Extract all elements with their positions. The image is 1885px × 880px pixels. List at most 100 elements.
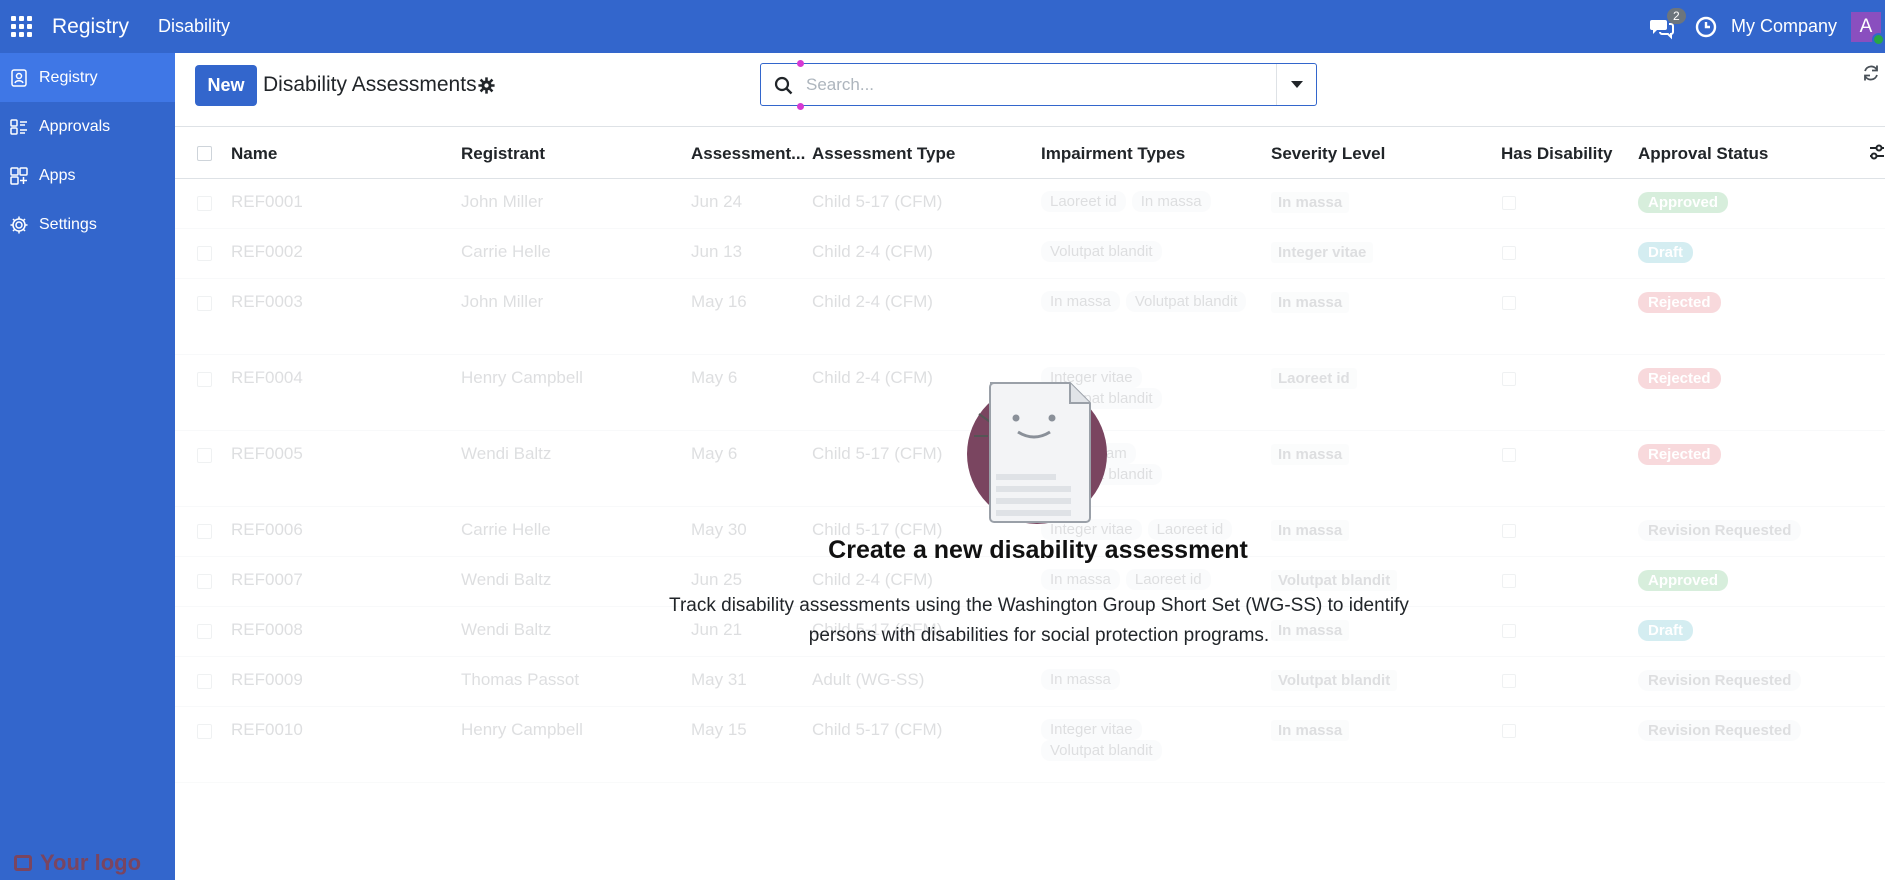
select-all-checkbox[interactable] xyxy=(197,146,212,161)
row-checkbox[interactable] xyxy=(197,448,212,463)
column-header-approval-status[interactable]: Approval Status xyxy=(1638,144,1768,164)
cell-impairment-types: In massa xyxy=(1041,669,1261,690)
refresh-icon[interactable] xyxy=(1861,63,1881,83)
cell-approval-status: Rejected xyxy=(1638,292,1721,313)
cell-approval-status: Approved xyxy=(1638,570,1729,591)
severity-badge: Volutpat blandit xyxy=(1271,670,1398,691)
row-checkbox[interactable] xyxy=(197,196,212,211)
list-header: Name Registrant Assessment... Assessment… xyxy=(175,127,1885,179)
cell-registrant: Carrie Helle xyxy=(461,242,551,261)
activity-clock-icon[interactable] xyxy=(1695,16,1717,38)
cell-type: Adult (WG-SS) xyxy=(812,670,925,689)
table-row[interactable]: REF0010 Henry Campbell May 15 Child 5-17 (C… xyxy=(175,707,1885,783)
status-badge: Approved xyxy=(1638,570,1729,591)
impairment-tag: In massa xyxy=(1131,191,1211,212)
logo-mark-icon xyxy=(14,855,32,871)
registry-icon xyxy=(11,68,27,87)
cell-approval-status: Draft xyxy=(1638,242,1694,263)
systray: 2 My Company A xyxy=(1649,0,1885,53)
sidebar-item-settings[interactable]: Settings xyxy=(0,200,175,249)
notification-badge: 2 xyxy=(1666,7,1686,24)
cell-severity: In massa xyxy=(1271,192,1350,213)
row-checkbox[interactable] xyxy=(197,372,212,387)
sidebar-item-apps[interactable]: Apps xyxy=(0,151,175,200)
search-icon xyxy=(774,76,793,95)
app-name[interactable]: Registry xyxy=(52,15,129,39)
has-disability-checkbox xyxy=(1502,448,1516,462)
status-badge: Rejected xyxy=(1638,444,1721,465)
sidebar-item-registry[interactable]: Registry xyxy=(0,53,175,102)
cell-type: Child 5-17 (CFM) xyxy=(812,444,943,463)
sidebar-item-label: Settings xyxy=(39,215,97,233)
search-input[interactable] xyxy=(806,71,1266,99)
cell-approval-status: Revision Requested xyxy=(1638,670,1802,691)
column-header-assessment-date[interactable]: Assessment... xyxy=(691,144,805,164)
user-avatar[interactable]: A xyxy=(1851,11,1885,46)
cell-severity: In massa xyxy=(1271,444,1350,465)
cell-registrant: Wendi Baltz xyxy=(461,620,552,639)
row-checkbox[interactable] xyxy=(197,624,212,639)
table-row[interactable]: REF0009 Thomas Passot May 31 Adult (WG-SS) I… xyxy=(175,657,1885,707)
column-header-registrant[interactable]: Registrant xyxy=(461,144,545,164)
cell-type: Child 2-4 (CFM) xyxy=(812,368,933,387)
status-badge: Draft xyxy=(1638,620,1694,641)
impairment-tag: In massa xyxy=(1041,669,1120,690)
has-disability-checkbox xyxy=(1502,624,1516,638)
has-disability-checkbox xyxy=(1502,674,1516,688)
cell-severity: In massa xyxy=(1271,720,1350,741)
approvals-icon xyxy=(10,118,27,135)
app-menu-icon[interactable] xyxy=(11,15,33,38)
column-header-impairment-types[interactable]: Impairment Types xyxy=(1041,144,1185,164)
search-options-toggle[interactable] xyxy=(1277,64,1317,105)
cell-name: REF0007 xyxy=(231,570,303,589)
new-button[interactable]: New xyxy=(195,65,257,106)
cell-name: REF0002 xyxy=(231,242,303,261)
control-panel: New Disability Assessments xyxy=(175,53,1885,127)
row-checkbox[interactable] xyxy=(197,674,212,689)
optional-columns-icon[interactable] xyxy=(1869,142,1885,162)
row-checkbox[interactable] xyxy=(197,724,212,739)
empty-state-description: Track disability assessments using the W… xyxy=(669,595,1409,646)
has-disability-checkbox xyxy=(1502,724,1516,738)
has-disability-checkbox xyxy=(1502,296,1516,310)
column-header-severity-level[interactable]: Severity Level xyxy=(1271,144,1385,164)
company-switcher[interactable]: My Company xyxy=(1731,16,1837,37)
status-badge: Rejected xyxy=(1638,292,1721,313)
severity-badge: In massa xyxy=(1271,444,1350,465)
sidebar: Registry Approvals Apps Settings Your lo… xyxy=(0,53,175,880)
messaging-icon[interactable]: 2 xyxy=(1649,7,1686,40)
row-checkbox[interactable] xyxy=(197,574,212,589)
table-row[interactable]: REF0002 Carrie Helle Jun 13 Child 2-4 (CFM)… xyxy=(175,229,1885,279)
cell-impairment-types: Laoreet id In massa xyxy=(1041,191,1261,212)
row-checkbox[interactable] xyxy=(197,296,212,311)
cell-name: REF0009 xyxy=(231,670,303,689)
impairment-tag: Volutpat blandit xyxy=(1041,241,1162,262)
column-header-name[interactable]: Name xyxy=(231,144,277,164)
status-badge: Rejected xyxy=(1638,368,1721,389)
impairment-tag: Laoreet id xyxy=(1125,569,1211,590)
menu-disability[interactable]: Disability xyxy=(158,16,230,37)
actions-gear-icon[interactable] xyxy=(478,77,495,94)
company-logo: Your logo xyxy=(14,850,141,876)
cell-impairment-types: In massa Laoreet id xyxy=(1041,569,1261,590)
cell-date: May 16 xyxy=(691,292,747,311)
cell-name: REF0003 xyxy=(231,292,303,311)
cell-type: Child 5-17 (CFM) xyxy=(812,720,943,739)
page-title: Disability Assessments xyxy=(263,73,477,96)
sidebar-item-label: Registry xyxy=(39,68,98,86)
column-header-has-disability[interactable]: Has Disability xyxy=(1501,144,1613,164)
empty-document-illustration xyxy=(967,382,1107,524)
impairment-tag: Volutpat blandit xyxy=(1041,740,1162,761)
sidebar-item-approvals[interactable]: Approvals xyxy=(0,102,175,151)
table-row[interactable]: REF0001 John Miller Jun 24 Child 5-17 (CFM)… xyxy=(175,179,1885,229)
cell-name: REF0010 xyxy=(231,720,303,739)
cell-severity: Laoreet id xyxy=(1271,368,1357,389)
column-header-assessment-type[interactable]: Assessment Type xyxy=(812,144,955,164)
has-disability-checkbox xyxy=(1502,574,1516,588)
impairment-tag: In massa xyxy=(1041,291,1120,312)
row-checkbox[interactable] xyxy=(197,246,212,261)
severity-badge: In massa xyxy=(1271,192,1350,213)
cell-impairment-types: Integer vitaeVolutpat blandit xyxy=(1041,719,1261,761)
table-row[interactable]: REF0003 John Miller May 16 Child 2-4 (CFM) I… xyxy=(175,279,1885,355)
impairment-tag: Volutpat blandit xyxy=(1125,291,1247,312)
